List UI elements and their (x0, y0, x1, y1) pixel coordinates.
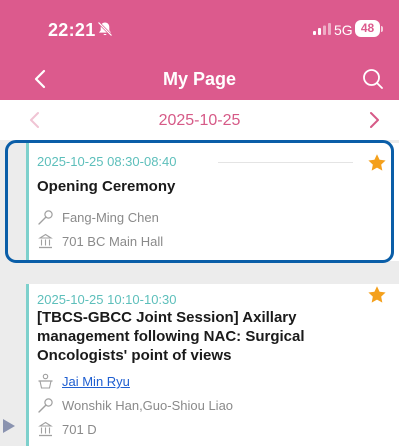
session-moderators: Wonshik Han,Guo-Shiou Liao (62, 398, 234, 413)
date-navigator: 2025-10-25 (0, 100, 399, 140)
building-icon (38, 421, 53, 437)
search-icon[interactable] (362, 68, 384, 90)
signal-icon (313, 23, 331, 35)
pointer-arrow-icon (3, 419, 15, 433)
battery-indicator: 48 (355, 20, 380, 37)
page-title: My Page (162, 69, 237, 89)
current-date: 2025-10-25 (158, 112, 241, 129)
session-card[interactable]: 2025-10-25 10:10-10:30 [TBCS-GBCC Joint … (26, 284, 399, 446)
session-time: 2025-10-25 10:10-10:30 (37, 292, 177, 307)
session-accent-line (26, 284, 29, 446)
highlight-outline (5, 140, 394, 263)
session-title: [TBCS-GBCC Joint Session] Axillary manag… (37, 309, 305, 364)
battery-cap (381, 26, 383, 32)
session-location: 701 D (62, 422, 97, 437)
status-bar: 22:21 5G 48 (0, 0, 399, 58)
status-time: 22:21 (48, 20, 96, 40)
nav-bar: My Page (0, 58, 399, 100)
speaker-link[interactable]: Jai Min Ryu (62, 374, 130, 389)
microphone-icon (38, 398, 53, 413)
next-date-icon[interactable] (369, 111, 381, 129)
star-icon[interactable] (367, 285, 387, 305)
bell-slash-icon (97, 21, 113, 37)
network-label: 5G (334, 22, 353, 38)
lectern-icon (38, 373, 53, 389)
